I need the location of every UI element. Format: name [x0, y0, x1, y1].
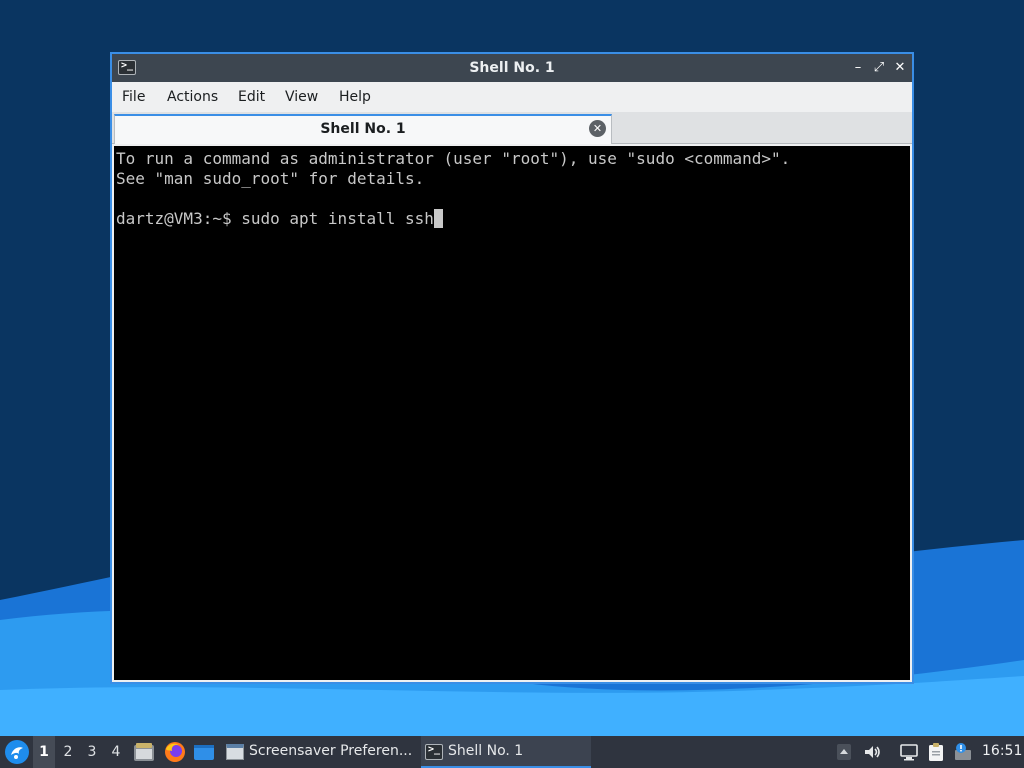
- window-titlebar[interactable]: >_ Shell No. 1 – ⤢ ✕: [112, 54, 912, 82]
- desktop: >_ Shell No. 1 – ⤢ ✕ File Actions Edit V…: [0, 0, 1024, 768]
- tab-close-icon[interactable]: ✕: [589, 120, 606, 137]
- show-desktop-icon[interactable]: [192, 740, 216, 764]
- task-shell-no-1[interactable]: >_ Shell No. 1: [421, 736, 591, 768]
- terminal-output[interactable]: To run a command as administrator (user …: [114, 146, 910, 680]
- start-menu-icon[interactable]: [4, 739, 30, 765]
- close-button[interactable]: ✕: [890, 58, 910, 78]
- terminal-command: dartz@VM3:~$ sudo apt install ssh: [116, 209, 434, 228]
- screensaver-window-icon: [226, 744, 244, 760]
- tab-shell-1[interactable]: Shell No. 1 ✕: [114, 114, 612, 144]
- menu-actions[interactable]: Actions: [167, 89, 218, 105]
- task-screensaver-preferences[interactable]: Screensaver Preferen...: [222, 736, 414, 768]
- workspace-3[interactable]: 3: [81, 736, 103, 768]
- network-icon[interactable]: [899, 742, 919, 762]
- workspace-4[interactable]: 4: [105, 736, 127, 768]
- task-label: Screensaver Preferen...: [249, 743, 413, 759]
- terminal-line: See "man sudo_root" for details.: [116, 169, 425, 188]
- menu-edit[interactable]: Edit: [238, 89, 265, 105]
- maximize-button[interactable]: ⤢: [869, 58, 889, 78]
- clock[interactable]: 16:51: [982, 743, 1022, 759]
- tray-expand-icon[interactable]: [834, 742, 854, 762]
- menu-file[interactable]: File: [122, 89, 145, 105]
- menu-view[interactable]: View: [285, 89, 318, 105]
- terminal-prompt-line[interactable]: dartz@VM3:~$ sudo apt install ssh: [116, 209, 910, 229]
- terminal-line: To run a command as administrator (user …: [116, 149, 791, 168]
- terminal-cursor: [433, 209, 443, 228]
- notification-icon[interactable]: [953, 742, 973, 762]
- clipboard-icon[interactable]: [926, 742, 946, 762]
- menu-bar: File Actions Edit View Help: [112, 82, 912, 112]
- terminal-icon: >_: [425, 744, 443, 760]
- firefox-icon[interactable]: [163, 740, 187, 764]
- minimize-button[interactable]: –: [848, 58, 868, 78]
- workspace-1[interactable]: 1: [33, 736, 55, 768]
- taskbar: 1 2 3 4 Screensaver Preferen... >_ Shell…: [0, 736, 1024, 768]
- tab-label: Shell No. 1: [320, 121, 406, 137]
- terminal-window[interactable]: >_ Shell No. 1 – ⤢ ✕ File Actions Edit V…: [110, 52, 914, 684]
- task-label: Shell No. 1: [448, 743, 524, 759]
- volume-icon[interactable]: [862, 742, 882, 762]
- window-title: Shell No. 1: [469, 60, 555, 76]
- menu-help[interactable]: Help: [339, 89, 371, 105]
- workspace-2[interactable]: 2: [57, 736, 79, 768]
- tab-bar: Shell No. 1 ✕: [112, 112, 912, 144]
- file-manager-icon[interactable]: [132, 740, 156, 764]
